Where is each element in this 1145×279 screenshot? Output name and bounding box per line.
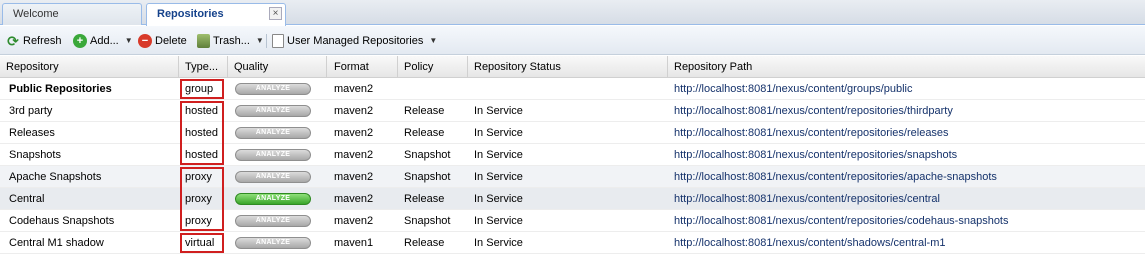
- analyze-button[interactable]: ANALYZE: [235, 215, 311, 227]
- repository-name: 3rd party: [9, 105, 53, 117]
- repository-path[interactable]: http://localhost:8081/nexus/content/repo…: [668, 210, 1144, 232]
- analyze-button[interactable]: ANALYZE: [235, 149, 311, 161]
- repository-status: In Service: [474, 105, 523, 117]
- analyze-button[interactable]: ANALYZE: [235, 83, 311, 95]
- add-label: Add...: [90, 34, 119, 47]
- plus-icon: +: [73, 33, 87, 48]
- repository-format: maven2: [334, 149, 374, 161]
- user-managed-repositories-dropdown[interactable]: User Managed Repositories ▼: [272, 32, 437, 49]
- refresh-button[interactable]: ⟳ Refresh: [6, 32, 62, 49]
- repository-format: maven2: [334, 83, 374, 95]
- table-row[interactable]: Central proxy ANALYZE maven2 Release In …: [0, 188, 1145, 210]
- repository-name: Releases: [9, 127, 55, 139]
- repository-status: In Service: [474, 127, 523, 139]
- refresh-icon: ⟳: [7, 32, 19, 49]
- column-header-path[interactable]: Repository Path: [668, 56, 1144, 78]
- analyze-button[interactable]: ANALYZE: [235, 193, 311, 205]
- repository-name: Central: [9, 193, 45, 205]
- repository-path[interactable]: http://localhost:8081/nexus/content/repo…: [668, 188, 1144, 210]
- table-row[interactable]: Apache Snapshots proxy ANALYZE maven2 Sn…: [0, 166, 1145, 188]
- repository-policy: [398, 78, 468, 100]
- toolbar-separator: [266, 34, 267, 48]
- column-header-type[interactable]: Type...: [179, 56, 228, 78]
- repository-policy: Snapshot: [404, 149, 451, 161]
- repository-path[interactable]: http://localhost:8081/nexus/content/repo…: [668, 166, 1144, 188]
- repository-name: Snapshots: [9, 149, 61, 161]
- close-icon[interactable]: ×: [269, 7, 282, 20]
- repository-format: maven1: [334, 237, 374, 249]
- analyze-button[interactable]: ANALYZE: [235, 171, 311, 183]
- trash-button[interactable]: Trash... ▼: [197, 32, 264, 49]
- table-row[interactable]: 3rd party hosted ANALYZE maven2 Release …: [0, 100, 1145, 122]
- chevron-down-icon: ▼: [255, 36, 264, 45]
- repository-name: Central M1 shadow: [9, 237, 104, 249]
- user-managed-label: User Managed Repositories: [287, 34, 424, 47]
- chevron-down-icon: ▼: [124, 36, 133, 45]
- repository-format: maven2: [334, 171, 374, 183]
- delete-icon: −: [138, 33, 152, 48]
- analyze-button[interactable]: ANALYZE: [235, 105, 311, 117]
- repository-name: Apache Snapshots: [9, 171, 102, 183]
- column-header-quality[interactable]: Quality: [228, 56, 327, 78]
- type-highlight-box: [180, 79, 224, 99]
- type-highlight-box: [180, 167, 224, 231]
- repository-format: maven2: [334, 105, 374, 117]
- repository-format: maven2: [334, 127, 374, 139]
- repository-policy: Snapshot: [404, 171, 451, 183]
- column-header-policy[interactable]: Policy: [398, 56, 468, 78]
- repository-path[interactable]: http://localhost:8081/nexus/content/repo…: [668, 144, 1144, 166]
- table-row[interactable]: Releases hosted ANALYZE maven2 Release I…: [0, 122, 1145, 144]
- column-header-status[interactable]: Repository Status: [468, 56, 668, 78]
- table-row[interactable]: Snapshots hosted ANALYZE maven2 Snapshot…: [0, 144, 1145, 166]
- repository-policy: Release: [404, 127, 445, 139]
- delete-label: Delete: [155, 34, 187, 47]
- trash-label: Trash...: [213, 34, 250, 47]
- repository-status: In Service: [474, 149, 523, 161]
- type-highlight-box: [180, 233, 224, 253]
- tab-strip: Welcome Repositories ×: [0, 0, 1145, 26]
- repository-policy: Snapshot: [404, 215, 451, 227]
- repository-status: In Service: [474, 237, 523, 249]
- repository-path[interactable]: http://localhost:8081/nexus/content/repo…: [668, 122, 1144, 144]
- refresh-label: Refresh: [23, 34, 62, 47]
- column-header-repository[interactable]: Repository: [0, 56, 179, 78]
- repository-path[interactable]: http://localhost:8081/nexus/content/shad…: [668, 232, 1144, 254]
- repository-path[interactable]: http://localhost:8081/nexus/content/repo…: [668, 100, 1144, 122]
- repository-status: In Service: [474, 171, 523, 183]
- repository-status: In Service: [474, 215, 523, 227]
- trash-icon: [197, 33, 210, 48]
- chevron-down-icon: ▼: [429, 36, 438, 45]
- toolbar: ⟳ Refresh + Add... ▼ − Delete Trash... ▼…: [0, 26, 1145, 55]
- tab-repositories[interactable]: Repositories ×: [146, 3, 286, 26]
- column-header-format[interactable]: Format: [328, 56, 398, 78]
- repository-policy: Release: [404, 105, 445, 117]
- tab-welcome[interactable]: Welcome: [2, 3, 142, 25]
- table-row[interactable]: Central M1 shadow virtual ANALYZE maven1…: [0, 232, 1145, 254]
- grid-header: Repository Type... Quality Format Policy…: [0, 56, 1145, 78]
- repository-format: maven2: [334, 215, 374, 227]
- repository-policy: Release: [404, 237, 445, 249]
- repository-name: Public Repositories: [9, 83, 112, 95]
- table-row[interactable]: Codehaus Snapshots proxy ANALYZE maven2 …: [0, 210, 1145, 232]
- repository-policy: Release: [404, 193, 445, 205]
- table-row[interactable]: Public Repositories group ANALYZE maven2…: [0, 78, 1145, 100]
- tab-welcome-label: Welcome: [13, 8, 59, 20]
- repository-name: Codehaus Snapshots: [9, 215, 115, 227]
- repository-format: maven2: [334, 193, 374, 205]
- add-button[interactable]: + Add... ▼: [73, 32, 133, 49]
- document-icon: [272, 33, 284, 48]
- analyze-button[interactable]: ANALYZE: [235, 237, 311, 249]
- repository-path[interactable]: http://localhost:8081/nexus/content/grou…: [668, 78, 1144, 100]
- repository-status: In Service: [474, 193, 523, 205]
- analyze-button[interactable]: ANALYZE: [235, 127, 311, 139]
- repository-status: [468, 78, 668, 100]
- tab-repositories-label: Repositories: [157, 8, 224, 20]
- delete-button[interactable]: − Delete: [138, 32, 187, 49]
- type-highlight-box: [180, 101, 224, 165]
